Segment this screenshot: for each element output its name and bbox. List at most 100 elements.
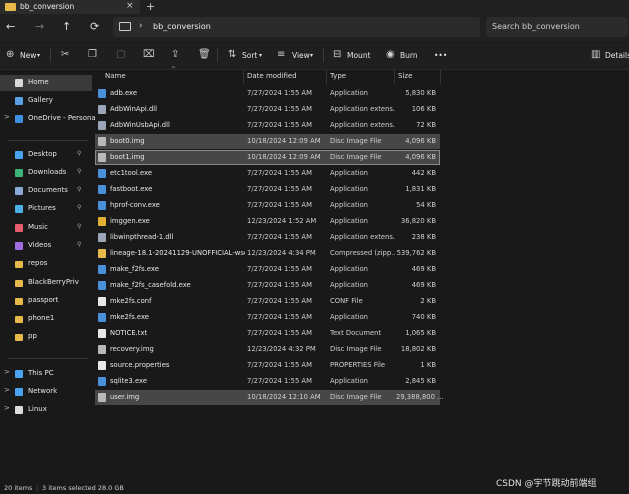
forward-button[interactable]: →: [35, 20, 44, 33]
file-row[interactable]: mke2fs.conf 7/27/2024 1:55 AM CONF File 2 K…: [95, 294, 440, 309]
more-options-button[interactable]: •••: [434, 51, 447, 60]
expand-chevron-icon[interactable]: >: [4, 404, 10, 412]
pin-icon[interactable]: ⚲: [77, 204, 81, 211]
sidebar-item-passport[interactable]: passport: [0, 293, 92, 309]
pin-icon[interactable]: ⚲: [77, 241, 81, 248]
chevron-down-icon[interactable]: ▾: [37, 52, 40, 59]
delete-icon[interactable]: 🗑: [198, 49, 211, 60]
cut-icon[interactable]: ✂: [61, 49, 69, 60]
file-row[interactable]: NOTICE.txt 7/27/2024 1:55 AM Text Document…: [95, 326, 440, 341]
expand-chevron-icon[interactable]: >: [4, 113, 10, 121]
file-row[interactable]: boot1.img 10/18/2024 12:09 AM Disc Image F…: [95, 150, 440, 165]
sidebar-item-documents[interactable]: Documents ⚲: [0, 183, 92, 199]
file-row[interactable]: user.img 10/18/2024 12:10 AM Disc Image Fi…: [95, 390, 444, 405]
details-button[interactable]: Details: [605, 51, 629, 60]
sidebar-item-downloads[interactable]: Downloads ⚲: [0, 165, 92, 181]
pin-icon[interactable]: ⚲: [77, 223, 81, 230]
expand-chevron-icon[interactable]: >: [4, 386, 10, 394]
file-row[interactable]: make_f2fs_casefold.exe 7/27/2024 1:55 AM A…: [95, 278, 440, 293]
monitor-icon: [119, 22, 131, 31]
sidebar-item-music[interactable]: Music ⚲: [0, 220, 92, 236]
new-tab-button[interactable]: +: [146, 0, 155, 13]
view-button[interactable]: View: [292, 51, 310, 60]
mount-icon[interactable]: ⊟: [333, 49, 341, 60]
sidebar-item-desktop[interactable]: Desktop ⚲: [0, 147, 92, 163]
file-name: boot0.img: [110, 137, 145, 145]
file-row[interactable]: hprof-conv.exe 7/27/2024 1:55 AM Applicati…: [95, 198, 440, 213]
file-row[interactable]: boot0.img 10/18/2024 12:09 AM Disc Image F…: [95, 134, 440, 149]
sidebar-item-blackberrypriv[interactable]: BlackBerryPriv: [0, 275, 92, 291]
chevron-right-icon[interactable]: ›: [139, 21, 143, 31]
file-row[interactable]: recovery.img 12/23/2024 4:32 PM Disc Image…: [95, 342, 440, 357]
column-divider[interactable]: [326, 70, 327, 84]
expand-chevron-icon[interactable]: >: [4, 368, 10, 376]
file-row[interactable]: source.properties 7/27/2024 1:55 AM PROPER…: [95, 358, 440, 373]
rename-icon[interactable]: ⌧: [143, 49, 155, 60]
new-plus-icon[interactable]: ⊕: [6, 49, 14, 60]
sidebar-item-label: OneDrive - Persona: [28, 114, 96, 122]
paste-icon[interactable]: ▢: [116, 49, 125, 60]
sidebar-item-repos[interactable]: repos: [0, 256, 92, 272]
sidebar-item-phone1[interactable]: phone1: [0, 311, 92, 327]
address-text[interactable]: bb_conversion: [153, 22, 211, 31]
up-button[interactable]: ↑: [62, 20, 71, 33]
gallery-icon: [15, 97, 23, 105]
search-box[interactable]: Search bb_conversion: [486, 17, 628, 37]
file-date-modified: 7/27/2024 1:55 AM: [247, 265, 312, 273]
close-tab-icon[interactable]: ×: [126, 1, 134, 11]
file-row[interactable]: make_f2fs.exe 7/27/2024 1:55 AM Applicatio…: [95, 262, 440, 277]
pin-icon[interactable]: ⚲: [77, 186, 81, 193]
column-header-date[interactable]: Date modified: [247, 72, 297, 80]
column-divider[interactable]: [440, 70, 441, 84]
file-date-modified: 10/18/2024 12:09 AM: [247, 153, 321, 161]
file-row[interactable]: adb.exe 7/27/2024 1:55 AM Application 5,830…: [95, 86, 440, 101]
sidebar-item-home[interactable]: Home: [0, 75, 92, 91]
folder-icon: [15, 261, 23, 268]
sidebar-item-onedrive-persona[interactable]: > OneDrive - Persona: [0, 111, 96, 127]
view-icon[interactable]: ≡: [277, 49, 285, 60]
burn-icon[interactable]: ◉: [386, 49, 395, 60]
column-divider[interactable]: [394, 70, 395, 84]
toolbar-divider: [323, 48, 324, 62]
file-row[interactable]: mke2fs.exe 7/27/2024 1:55 AM Application 74…: [95, 310, 440, 325]
address-bar[interactable]: › bb_conversion: [113, 17, 480, 37]
column-divider[interactable]: [243, 70, 244, 84]
mount-button[interactable]: Mount: [347, 51, 371, 60]
pin-icon[interactable]: ⚲: [77, 150, 81, 157]
sort-icon[interactable]: ⇅: [228, 49, 236, 60]
burn-button[interactable]: Burn: [400, 51, 418, 60]
pin-icon[interactable]: ⚲: [77, 168, 81, 175]
back-button[interactable]: ←: [6, 20, 15, 33]
file-row[interactable]: sqlite3.exe 7/27/2024 1:55 AM Application 2…: [95, 374, 440, 389]
column-header-type[interactable]: Type: [330, 72, 346, 80]
file-type: Application: [330, 265, 368, 273]
chevron-down-icon[interactable]: ▾: [259, 52, 262, 59]
new-button[interactable]: New: [20, 51, 36, 60]
copy-icon[interactable]: ❐: [88, 49, 97, 60]
file-row[interactable]: fastboot.exe 7/27/2024 1:55 AM Application…: [95, 182, 440, 197]
sort-button[interactable]: Sort: [242, 51, 257, 60]
sidebar-item-network[interactable]: > Network: [0, 384, 92, 400]
sidebar-item-videos[interactable]: Videos ⚲: [0, 238, 92, 254]
refresh-button[interactable]: ⟳: [90, 20, 99, 33]
details-icon[interactable]: ▥: [591, 49, 600, 60]
file-row[interactable]: etc1tool.exe 7/27/2024 1:55 AM Application…: [95, 166, 440, 181]
file-row[interactable]: libwinpthread-1.dll 7/27/2024 1:55 AM Appl…: [95, 230, 440, 245]
file-row[interactable]: AdbWinUsbApi.dll 7/27/2024 1:55 AM Applica…: [95, 118, 440, 133]
column-header-size[interactable]: Size: [398, 72, 412, 80]
chevron-down-icon[interactable]: ▾: [310, 52, 313, 59]
sidebar-item-pp[interactable]: pp: [0, 329, 92, 345]
share-icon[interactable]: ⇪: [171, 49, 179, 60]
file-row[interactable]: AdbWinApi.dll 7/27/2024 1:55 AM Applicatio…: [95, 102, 440, 117]
sidebar-item-this-pc[interactable]: > This PC: [0, 366, 92, 382]
tab-bb-conversion[interactable]: bb_conversion ×: [0, 0, 140, 14]
file-row[interactable]: imggen.exe 12/23/2024 1:52 AM Application 3…: [95, 214, 440, 229]
sidebar-item-pictures[interactable]: Pictures ⚲: [0, 201, 92, 217]
sidebar-item-linux[interactable]: > Linux: [0, 402, 92, 418]
file-date-modified: 7/27/2024 1:55 AM: [247, 89, 312, 97]
file-row[interactable]: lineage-18.1-20241129-UNOFFICIAL-wser...…: [95, 246, 440, 261]
search-input[interactable]: Search bb_conversion: [492, 22, 580, 31]
folder-icon: [15, 280, 23, 287]
sidebar-item-gallery[interactable]: Gallery: [0, 93, 92, 109]
column-header-name[interactable]: Name: [105, 72, 126, 80]
